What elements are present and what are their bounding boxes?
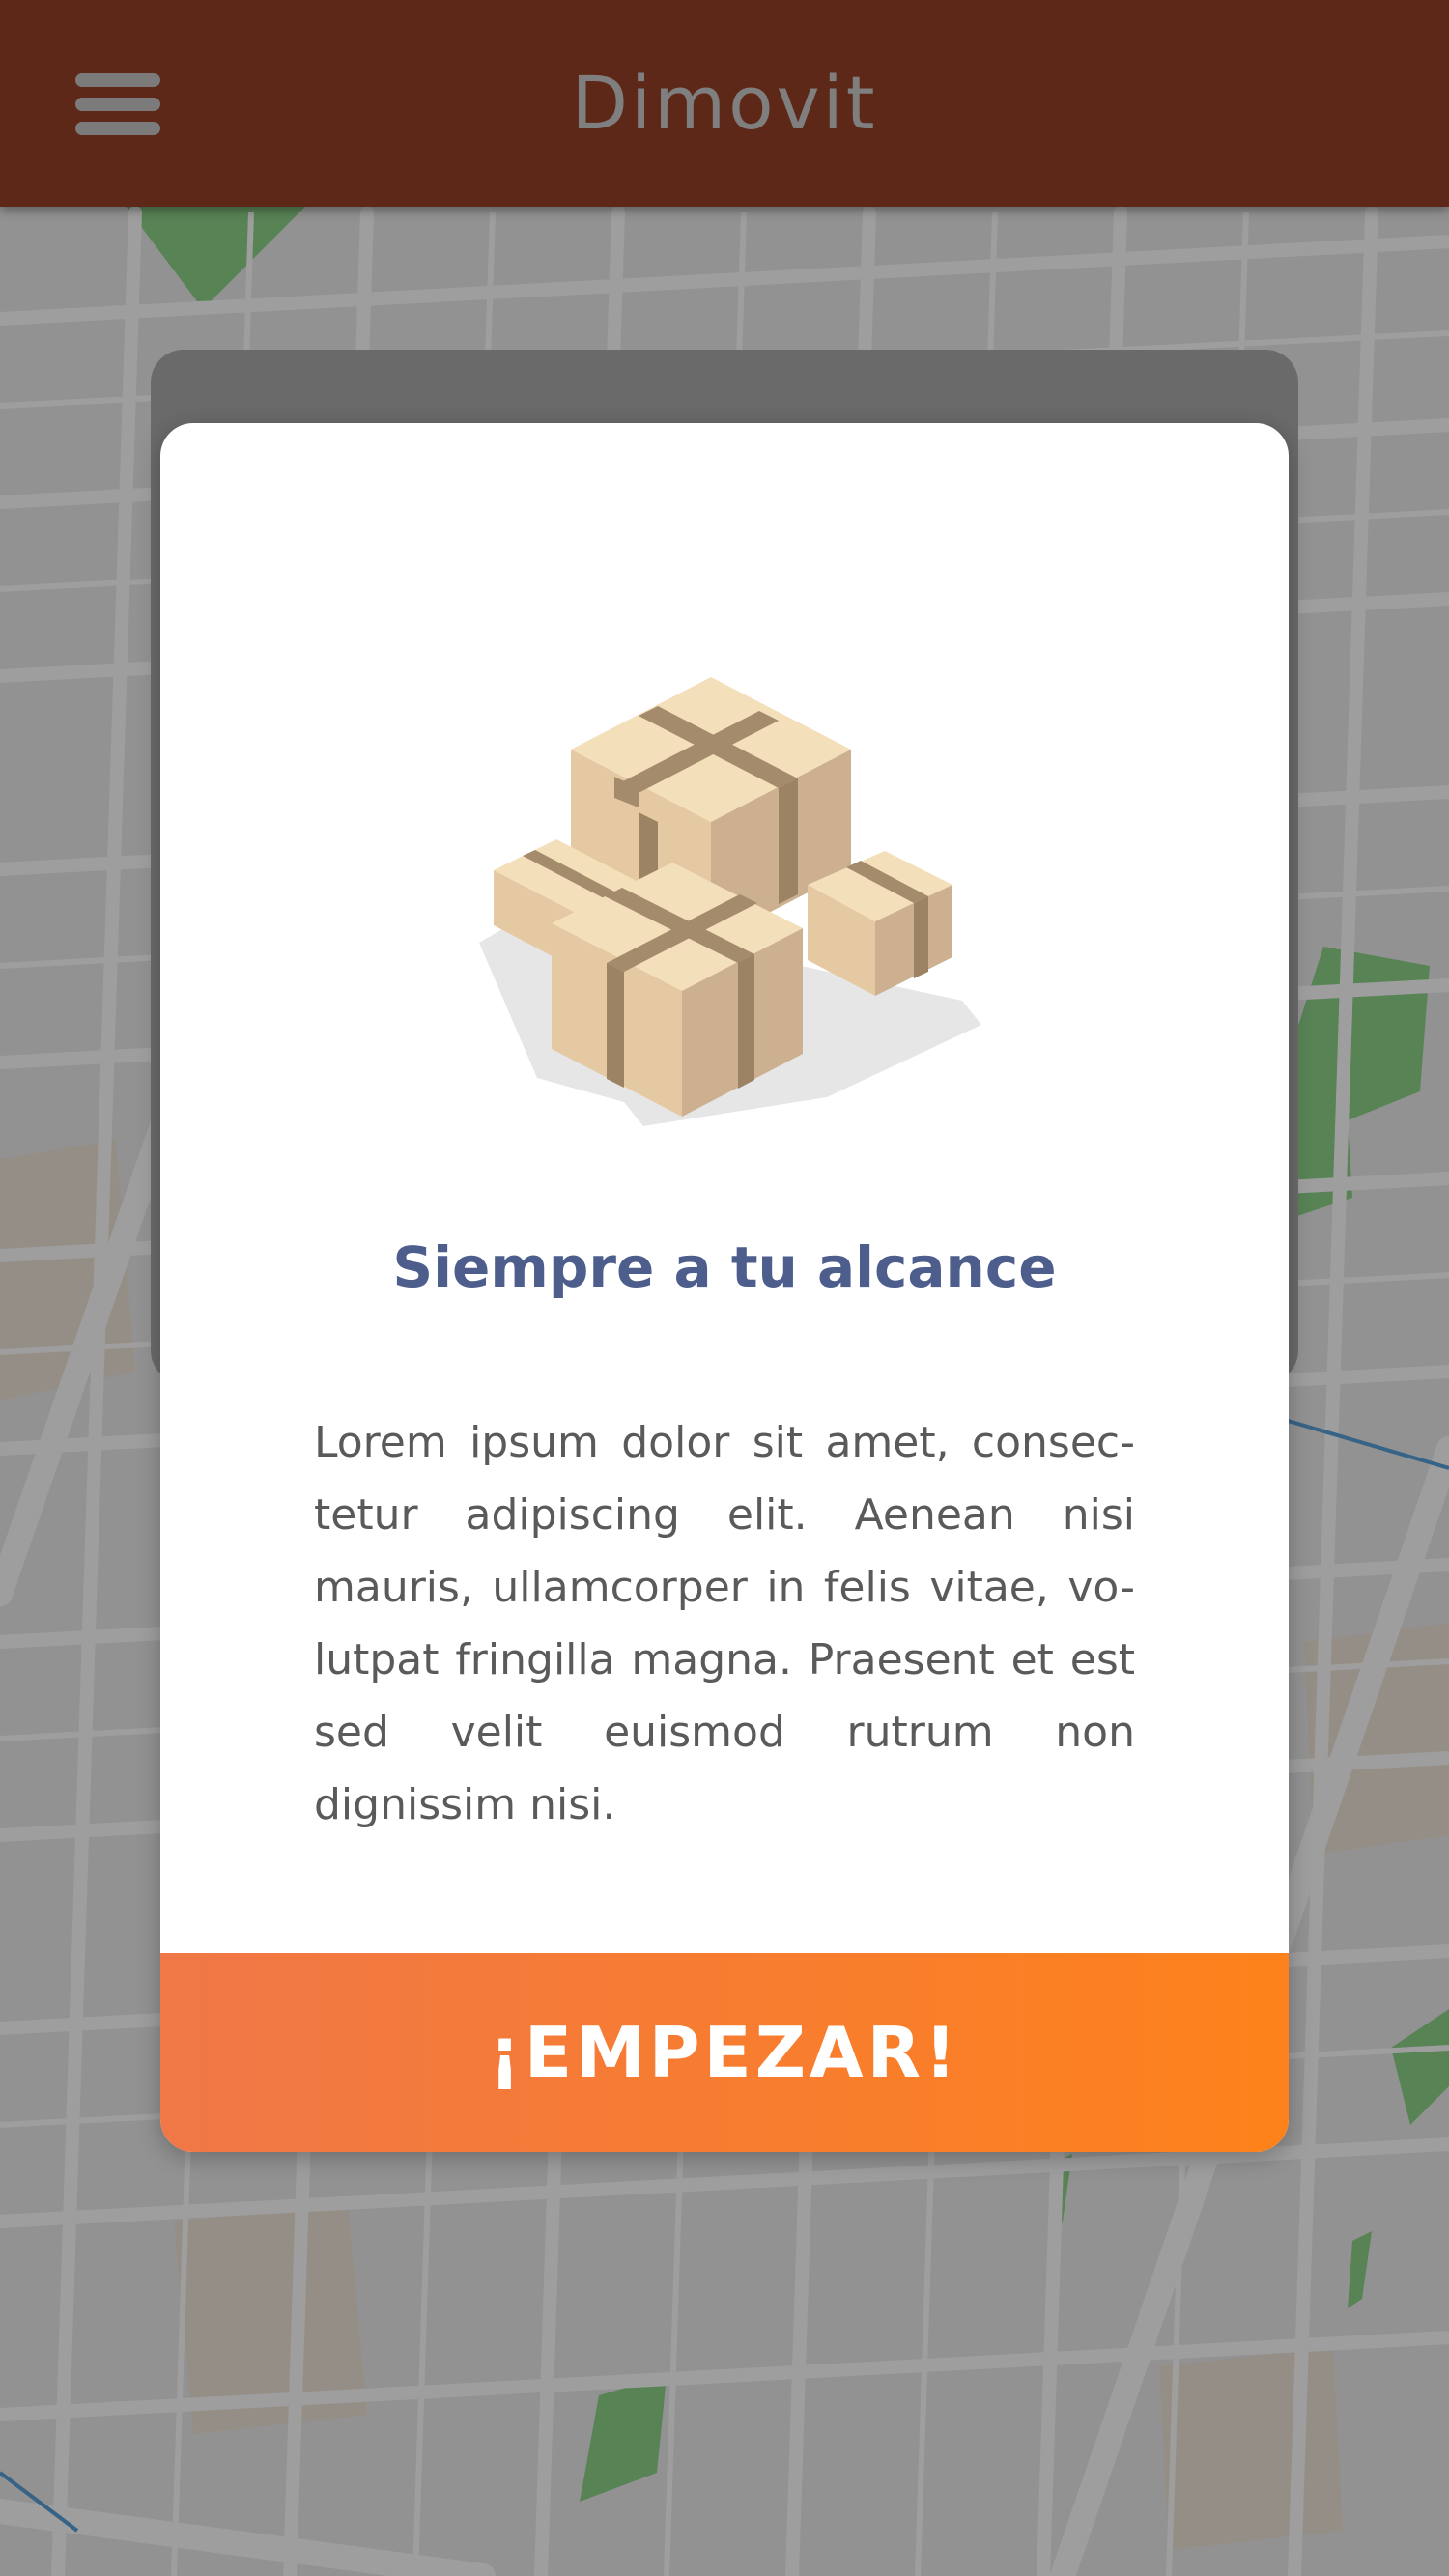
card-description: Lorem ipsum dolor sit amet, consec-tetur… <box>314 1418 1135 1829</box>
start-button[interactable]: ¡EMPEZAR! <box>160 1953 1289 2152</box>
screen: Dimovit Siempre a tu alcance Lorem ipsum… <box>0 0 1449 2576</box>
onboarding-card: Siempre a tu alcance Lorem ipsum dolor s… <box>160 423 1289 2152</box>
app-title: Dimovit <box>571 60 878 146</box>
cardboard-boxes-icon <box>479 677 981 1126</box>
app-header: Dimovit <box>0 0 1449 207</box>
card-title: Siempre a tu alcance <box>392 1234 1057 1300</box>
